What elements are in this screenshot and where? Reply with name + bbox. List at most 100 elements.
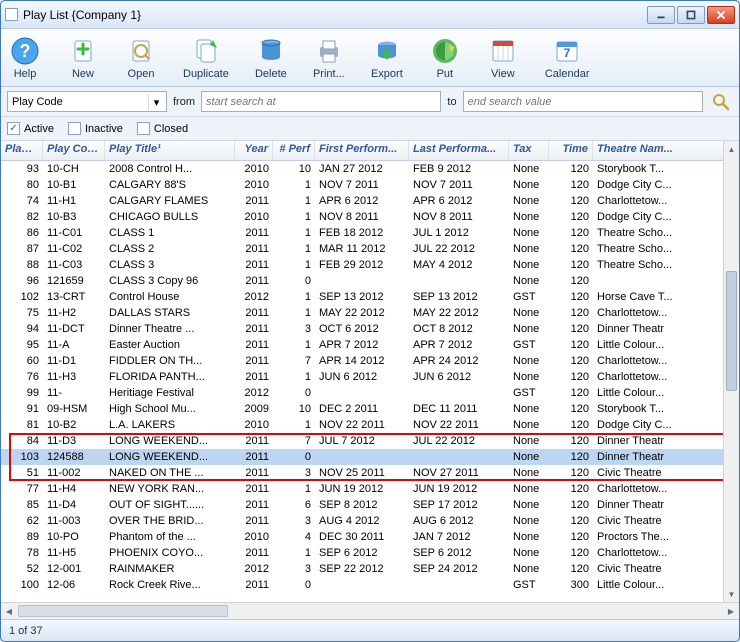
table-row[interactable]: 5212-001RAINMAKER20123SEP 22 2012SEP 24 … xyxy=(1,561,739,577)
duplicate-icon xyxy=(190,35,222,67)
cell: 1 xyxy=(273,241,315,257)
cell: OUT OF SIGHT...... xyxy=(105,497,235,513)
scroll-right-icon[interactable]: ▶ xyxy=(723,603,739,619)
table-row[interactable]: 7611-H3FLORIDA PANTH...20111JUN 6 2012JU… xyxy=(1,369,739,385)
cell: 1 xyxy=(273,177,315,193)
search-to-input[interactable] xyxy=(463,91,703,112)
search-from-input[interactable] xyxy=(201,91,441,112)
table-row[interactable]: 10012-06Rock Creek Rive...20110GST300Lit… xyxy=(1,577,739,593)
cell: Storybook T... xyxy=(593,401,739,417)
inactive-checkbox[interactable]: Inactive xyxy=(68,122,123,135)
search-field-combo[interactable]: Play Code ▾ xyxy=(7,91,167,112)
table-row[interactable]: 10213-CRTControl House20121SEP 13 2012SE… xyxy=(1,289,739,305)
table-row[interactable]: 8611-C01CLASS 120111FEB 18 2012JUL 1 201… xyxy=(1,225,739,241)
put-button[interactable]: Put xyxy=(429,35,461,80)
cell: FEB 29 2012 xyxy=(315,257,409,273)
table-row[interactable]: 7411-H1CALGARY FLAMES20111APR 6 2012APR … xyxy=(1,193,739,209)
table-row[interactable]: 9411-DCTDinner Theatre ...20113OCT 6 201… xyxy=(1,321,739,337)
cell: None xyxy=(509,369,549,385)
cell: 120 xyxy=(549,401,593,417)
table-row[interactable]: 8511-D4OUT OF SIGHT......20116SEP 8 2012… xyxy=(1,497,739,513)
table-row[interactable]: 9109-HSMHigh School Mu...200910DEC 2 201… xyxy=(1,401,739,417)
table-row[interactable]: 7711-H4NEW YORK RAN...20111JUN 19 2012JU… xyxy=(1,481,739,497)
col-time[interactable]: Time xyxy=(549,141,593,160)
scroll-up-icon[interactable]: ▲ xyxy=(724,141,739,157)
cell: 1 xyxy=(273,545,315,561)
search-go-button[interactable] xyxy=(709,91,733,113)
calendar-button[interactable]: 7 Calendar xyxy=(545,35,590,80)
col-tax[interactable]: Tax xyxy=(509,141,549,160)
table-row[interactable]: 8411-D3LONG WEEKEND...20117JUL 7 2012JUL… xyxy=(1,433,739,449)
cell: 1 xyxy=(273,417,315,433)
table-row[interactable]: 8711-C02CLASS 220111MAR 11 2012JUL 22 20… xyxy=(1,241,739,257)
table-row[interactable]: 8110-B2L.A. LAKERS20101NOV 22 2011NOV 22… xyxy=(1,417,739,433)
table-row[interactable]: 6011-D1FIDDLER ON TH...20117APR 14 2012A… xyxy=(1,353,739,369)
cell: CLASS 3 Copy 96 xyxy=(105,273,235,289)
table-row[interactable]: 7811-H5PHOENIX COYO...20111SEP 6 2012SEP… xyxy=(1,545,739,561)
table-row[interactable]: 7511-H2DALLAS STARS20111MAY 22 2012MAY 2… xyxy=(1,305,739,321)
cell: 0 xyxy=(273,385,315,401)
duplicate-button[interactable]: Duplicate xyxy=(183,35,229,80)
cell: Easter Auction xyxy=(105,337,235,353)
col-play-num[interactable]: Play #² xyxy=(1,141,43,160)
cell: 3 xyxy=(273,321,315,337)
cell: None xyxy=(509,513,549,529)
col-first-perf[interactable]: First Perform... xyxy=(315,141,409,160)
grid-body[interactable]: 9310-CH2008 Control H...201010JAN 27 201… xyxy=(1,161,739,602)
table-row[interactable]: 9310-CH2008 Control H...201010JAN 27 201… xyxy=(1,161,739,177)
maximize-button[interactable] xyxy=(677,6,705,24)
col-last-perf[interactable]: Last Performa... xyxy=(409,141,509,160)
cell: 124588 xyxy=(43,449,105,465)
vertical-scrollbar[interactable]: ▲ ▼ xyxy=(723,141,739,602)
export-button[interactable]: Export xyxy=(371,35,403,80)
minimize-button[interactable] xyxy=(647,6,675,24)
table-row[interactable]: 8010-B1CALGARY 88'S20101NOV 7 2011NOV 7 … xyxy=(1,177,739,193)
table-row[interactable]: 9911-Heritiage Festival20120GST120Little… xyxy=(1,385,739,401)
cell: 120 xyxy=(549,353,593,369)
table-row[interactable]: 8910-POPhantom of the ...20104DEC 30 201… xyxy=(1,529,739,545)
col-play-code[interactable]: Play Code xyxy=(43,141,105,160)
cell: 7 xyxy=(273,353,315,369)
scroll-left-icon[interactable]: ◀ xyxy=(1,603,17,619)
table-row[interactable]: 5111-002NAKED ON THE ...20113NOV 25 2011… xyxy=(1,465,739,481)
delete-button[interactable]: Delete xyxy=(255,35,287,80)
hscrollbar-thumb[interactable] xyxy=(18,605,228,617)
cell: Civic Theatre xyxy=(593,513,739,529)
cell: CLASS 1 xyxy=(105,225,235,241)
delete-icon xyxy=(255,35,287,67)
cell: 120 xyxy=(549,257,593,273)
table-row[interactable]: 103124588LONG WEEKEND...20110None120Dinn… xyxy=(1,449,739,465)
open-button[interactable]: Open xyxy=(125,35,157,80)
col-play-title[interactable]: Play Title¹ xyxy=(105,141,235,160)
table-row[interactable]: 96121659CLASS 3 Copy 9620110None120 xyxy=(1,273,739,289)
cell: 10 xyxy=(273,401,315,417)
help-button[interactable]: ? Help xyxy=(9,35,41,80)
col-year[interactable]: Year xyxy=(235,141,273,160)
scrollbar-thumb[interactable] xyxy=(726,271,737,391)
cell: 2011 xyxy=(235,321,273,337)
cell: GST xyxy=(509,385,549,401)
close-button[interactable] xyxy=(707,6,735,24)
cell: 11-D3 xyxy=(43,433,105,449)
cell xyxy=(409,449,509,465)
titlebar-checkbox[interactable] xyxy=(5,8,18,21)
table-row[interactable]: 9511-AEaster Auction20111APR 7 2012APR 7… xyxy=(1,337,739,353)
col-theatre[interactable]: Theatre Nam... xyxy=(593,141,739,160)
cell: PHOENIX COYO... xyxy=(105,545,235,561)
scroll-down-icon[interactable]: ▼ xyxy=(724,586,739,602)
table-row[interactable]: 8811-C03CLASS 320111FEB 29 2012MAY 4 201… xyxy=(1,257,739,273)
view-button[interactable]: View xyxy=(487,35,519,80)
closed-checkbox[interactable]: Closed xyxy=(137,122,188,135)
cell: NOV 8 2011 xyxy=(315,209,409,225)
active-checkbox[interactable]: ✓Active xyxy=(7,122,54,135)
cell: Dinner Theatr xyxy=(593,449,739,465)
cell: L.A. LAKERS xyxy=(105,417,235,433)
table-row[interactable]: 6211-003OVER THE BRID...20113AUG 4 2012A… xyxy=(1,513,739,529)
grid-header: Play #² Play Code Play Title¹ Year # Per… xyxy=(1,141,739,161)
print-button[interactable]: Print... xyxy=(313,35,345,80)
new-button[interactable]: New xyxy=(67,35,99,80)
col-num-perf[interactable]: # Perf xyxy=(273,141,315,160)
horizontal-scrollbar[interactable]: ◀ ▶ xyxy=(1,602,739,619)
table-row[interactable]: 8210-B3CHICAGO BULLS20101NOV 8 2011NOV 8… xyxy=(1,209,739,225)
cell: None xyxy=(509,481,549,497)
